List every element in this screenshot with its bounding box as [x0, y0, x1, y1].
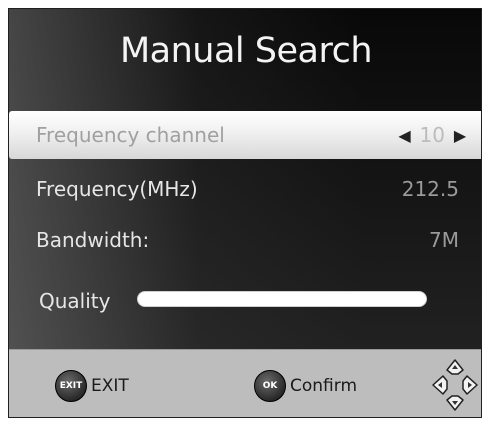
exit-icon: EXIT: [55, 370, 87, 402]
ok-icon: OK: [254, 370, 286, 402]
quality-label: Quality: [39, 289, 111, 313]
bandwidth-row[interactable]: Bandwidth: 7M: [9, 216, 481, 264]
confirm-label: Confirm: [290, 376, 358, 396]
navigation-dpad-icon: [432, 359, 478, 411]
page-title: Manual Search: [119, 31, 373, 71]
exit-button[interactable]: EXIT EXIT: [55, 370, 129, 402]
frequency-row[interactable]: Frequency(MHz) 212.5: [9, 165, 481, 213]
confirm-button[interactable]: OK Confirm: [254, 370, 357, 402]
right-arrow-icon[interactable]: ▶: [453, 126, 467, 145]
frequency-channel-label: Frequency channel: [36, 123, 225, 147]
footer-bar: EXIT EXIT OK Confirm: [9, 349, 481, 417]
frequency-channel-row[interactable]: Frequency channel ◀ 10 ▶: [9, 111, 481, 159]
frequency-value: 212.5: [401, 177, 459, 201]
left-arrow-icon[interactable]: ◀: [398, 126, 412, 145]
bandwidth-value: 7M: [429, 228, 459, 252]
bandwidth-label: Bandwidth:: [36, 228, 150, 252]
exit-label: EXIT: [91, 376, 129, 396]
manual-search-screen: Manual Search Frequency channel ◀ 10 ▶ F…: [8, 8, 482, 418]
quality-bar: [137, 291, 427, 307]
frequency-label: Frequency(MHz): [36, 177, 198, 201]
frequency-channel-value: 10: [419, 123, 445, 147]
frequency-channel-selector[interactable]: ◀ 10 ▶: [398, 123, 467, 147]
